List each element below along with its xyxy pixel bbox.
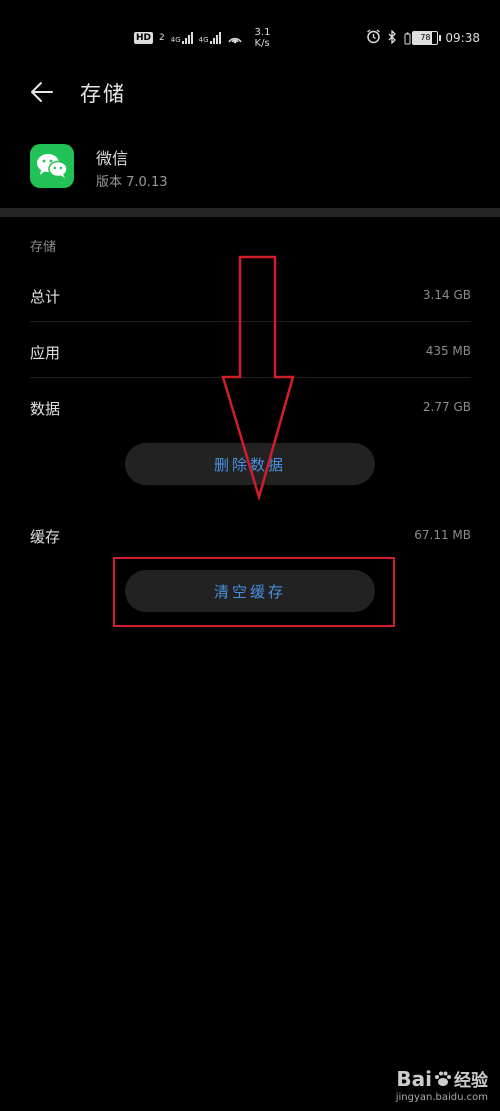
storage-section-title: 存储	[30, 240, 57, 255]
sim2-tag: 4G	[198, 36, 209, 44]
battery-level: 78	[412, 31, 442, 45]
row-value: 67.11 MB	[414, 528, 471, 542]
status-left: HD 2 4G 4G 3.1 K/s	[134, 27, 270, 49]
row-value: 435 MB	[425, 344, 471, 358]
paw-icon	[435, 1071, 451, 1086]
hotspot-icon	[227, 30, 243, 47]
wechat-app-icon	[30, 144, 74, 188]
sim1-tag: 4G	[170, 36, 181, 44]
back-arrow-icon	[31, 82, 53, 102]
status-right: 78 09:38	[366, 28, 480, 47]
row-value: 2.77 GB	[422, 400, 471, 414]
clock-time: 09:38	[445, 31, 480, 45]
section-divider	[0, 208, 500, 217]
sim1-signal-icon: 4G	[171, 32, 193, 44]
alarm-icon	[366, 29, 381, 47]
row-label: 总计	[30, 288, 61, 306]
status-bar: HD 2 4G 4G 3.1 K/s 78 09:38	[0, 0, 500, 62]
baidu-watermark: Bai 经验 jingyan.baidu.com	[395, 1066, 488, 1104]
down-arrow-annotation-icon	[221, 255, 295, 502]
speed-unit: K/s	[254, 38, 270, 49]
watermark-brand-right: 经验	[454, 1071, 488, 1091]
row-label: 应用	[30, 344, 61, 362]
sim2-signal-icon: 4G	[199, 32, 221, 44]
battery-icon: 78	[404, 31, 442, 45]
row-label: 数据	[30, 400, 61, 418]
battery-text: 78	[420, 33, 431, 42]
app-version: 版本 7.0.13	[96, 175, 168, 190]
row-value: 3.14 GB	[422, 288, 471, 302]
watermark-url: jingyan.baidu.com	[395, 1092, 488, 1103]
watermark-brand: Bai 经验	[396, 1066, 488, 1092]
hd-sub: 2	[159, 33, 165, 43]
network-speed: 3.1 K/s	[255, 27, 271, 49]
bluetooth-icon	[388, 28, 397, 47]
hd-badge: HD	[134, 32, 154, 44]
hd-label: HD	[136, 33, 152, 43]
app-name: 微信	[96, 149, 129, 168]
speed-value: 3.1	[254, 27, 271, 38]
highlight-box	[113, 557, 395, 627]
row-label: 缓存	[30, 528, 61, 546]
back-button[interactable]	[26, 76, 58, 108]
watermark-brand-left: Bai	[396, 1066, 432, 1091]
page-title: 存储	[80, 82, 126, 106]
